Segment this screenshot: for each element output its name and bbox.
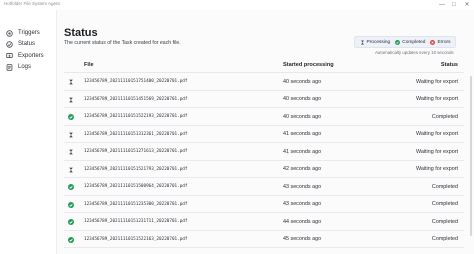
close-button[interactable]: ✕ <box>461 0 473 10</box>
started-processing: 40 seconds ago <box>283 96 322 102</box>
page-subtitle: The current status of the Task created f… <box>64 40 181 46</box>
sidebar-item-label: Status <box>18 41 36 47</box>
file-name: 123456789_20211110151451569_20220701.pdf <box>84 96 188 102</box>
legend-label: Processing <box>366 39 391 45</box>
sidebar: Triggers Status Exporters Logs <box>0 10 56 254</box>
page-title: Status <box>64 27 98 39</box>
legend-label: Completed <box>402 39 426 45</box>
file-name: 123456789_20211110151271613_20220701.pdf <box>84 149 188 154</box>
table-row[interactable]: 123456789_20211110151500964_20220701.pdf… <box>64 178 464 196</box>
row-status: Waiting for export <box>415 96 458 102</box>
hourglass-icon <box>360 40 365 45</box>
table-row[interactable]: 123456789_20211110151522163_20220701.pdf… <box>64 231 464 248</box>
sidebar-item-label: Triggers <box>18 30 40 36</box>
triggers-icon <box>6 29 13 37</box>
table-row[interactable]: 123456789_20211110151231711_20220701.pdf… <box>64 213 464 231</box>
legend-processing: Processing <box>360 39 391 45</box>
sidebar-item-logs[interactable]: Logs <box>6 62 54 72</box>
started-processing: 41 seconds ago <box>283 131 322 137</box>
column-header-file: File <box>84 62 94 68</box>
maximize-button[interactable]: □ <box>448 0 460 10</box>
file-name: 123456789_20211110151522163_20220701.pdf <box>84 236 188 242</box>
file-name: 123456789_20211110151500964_20220701.pdf <box>84 184 188 189</box>
column-header-started: Started processing <box>283 62 334 68</box>
row-status: Waiting for export <box>415 131 458 137</box>
table-row[interactable]: 123456789_20211110151235300_20220701.pdf… <box>64 196 464 213</box>
sidebar-item-triggers[interactable]: Triggers <box>6 28 54 38</box>
hourglass-icon <box>68 79 74 85</box>
legend-completed: Completed <box>395 39 426 45</box>
row-status: Waiting for export <box>415 78 458 85</box>
status-legend: Processing Completed Errors <box>354 36 456 48</box>
table-row[interactable]: 123456789_20211110151751400_20220701.pdf… <box>64 73 464 91</box>
started-processing: 40 seconds ago <box>283 78 322 85</box>
started-processing: 41 seconds ago <box>283 148 322 155</box>
started-processing: 40 seconds ago <box>283 113 322 120</box>
sidebar-item-status[interactable]: Status <box>6 39 54 49</box>
table-row[interactable]: 123456789_20211110151521793_20220701.pdf… <box>64 161 464 178</box>
exporters-icon <box>6 52 13 59</box>
file-name: 123456789_20211110151522193_20220701.pdf <box>84 114 188 119</box>
row-status: Completed <box>431 183 458 190</box>
file-name: 123456789_20211110151231711_20220701.pdf <box>84 219 188 224</box>
column-header-status: Status <box>440 62 458 68</box>
status-table: File Started processing Status 123456789… <box>64 57 464 248</box>
auto-update-note: Automatically updates every 10 seconds <box>375 50 454 55</box>
table-row[interactable]: 123456789_20211110151522193_20220701.pdf… <box>64 108 464 126</box>
row-status: Completed <box>431 113 458 120</box>
minimize-button[interactable]: — <box>436 0 448 10</box>
check-circle-icon <box>68 236 74 243</box>
hourglass-icon <box>68 97 74 103</box>
table-header: File Started processing Status <box>64 57 464 73</box>
check-circle-icon <box>68 219 74 225</box>
hourglass-icon <box>68 132 74 138</box>
status-icon <box>6 40 13 48</box>
file-name: 123456789_20211110151235300_20220701.pdf <box>84 201 188 207</box>
scrollbar-thumb[interactable] <box>470 76 472 236</box>
file-name: 123456789_20211110151751400_20220701.pdf <box>84 79 188 84</box>
main-content: Status The current status of the Task cr… <box>56 10 474 254</box>
sidebar-item-exporters[interactable]: Exporters <box>6 51 54 61</box>
check-circle-icon <box>68 201 74 208</box>
check-circle-icon <box>395 39 401 45</box>
row-status: Completed <box>431 218 458 225</box>
table-row[interactable]: 123456789_20211110151312361_20220701.pdf… <box>64 126 464 143</box>
sidebar-item-label: Logs <box>18 64 32 70</box>
scrollbar[interactable] <box>469 10 473 254</box>
row-status: Completed <box>431 201 458 207</box>
table-row[interactable]: 123456789_20211110151271613_20220701.pdf… <box>64 143 464 161</box>
logs-icon <box>6 63 13 71</box>
started-processing: 44 seconds ago <box>283 218 322 225</box>
table-body: 123456789_20211110151751400_20220701.pdf… <box>64 73 464 248</box>
legend-label: Errors <box>437 39 451 45</box>
row-status: Waiting for export <box>415 148 458 155</box>
check-circle-icon <box>68 114 74 120</box>
started-processing: 43 seconds ago <box>283 183 322 190</box>
file-name: 123456789_20211110151521793_20220701.pdf <box>84 166 188 172</box>
check-circle-icon <box>68 184 74 190</box>
row-status: Waiting for export <box>415 166 458 172</box>
hourglass-icon <box>68 149 74 155</box>
started-processing: 43 seconds ago <box>283 201 322 207</box>
sidebar-item-label: Exporters <box>18 52 44 59</box>
started-processing: 42 seconds ago <box>283 166 322 172</box>
legend-errors: Errors <box>430 39 451 45</box>
title-bar: Hotfolder File System Agent — □ ✕ <box>0 0 474 10</box>
hourglass-icon <box>68 167 74 173</box>
app-title: Hotfolder File System Agent <box>4 1 60 6</box>
file-name: 123456789_20211110151312361_20220701.pdf <box>84 131 188 137</box>
table-row[interactable]: 123456789_20211110151451569_20220701.pdf… <box>64 91 464 108</box>
error-circle-icon <box>430 39 436 45</box>
row-status: Completed <box>431 236 458 242</box>
started-processing: 45 seconds ago <box>283 236 322 242</box>
